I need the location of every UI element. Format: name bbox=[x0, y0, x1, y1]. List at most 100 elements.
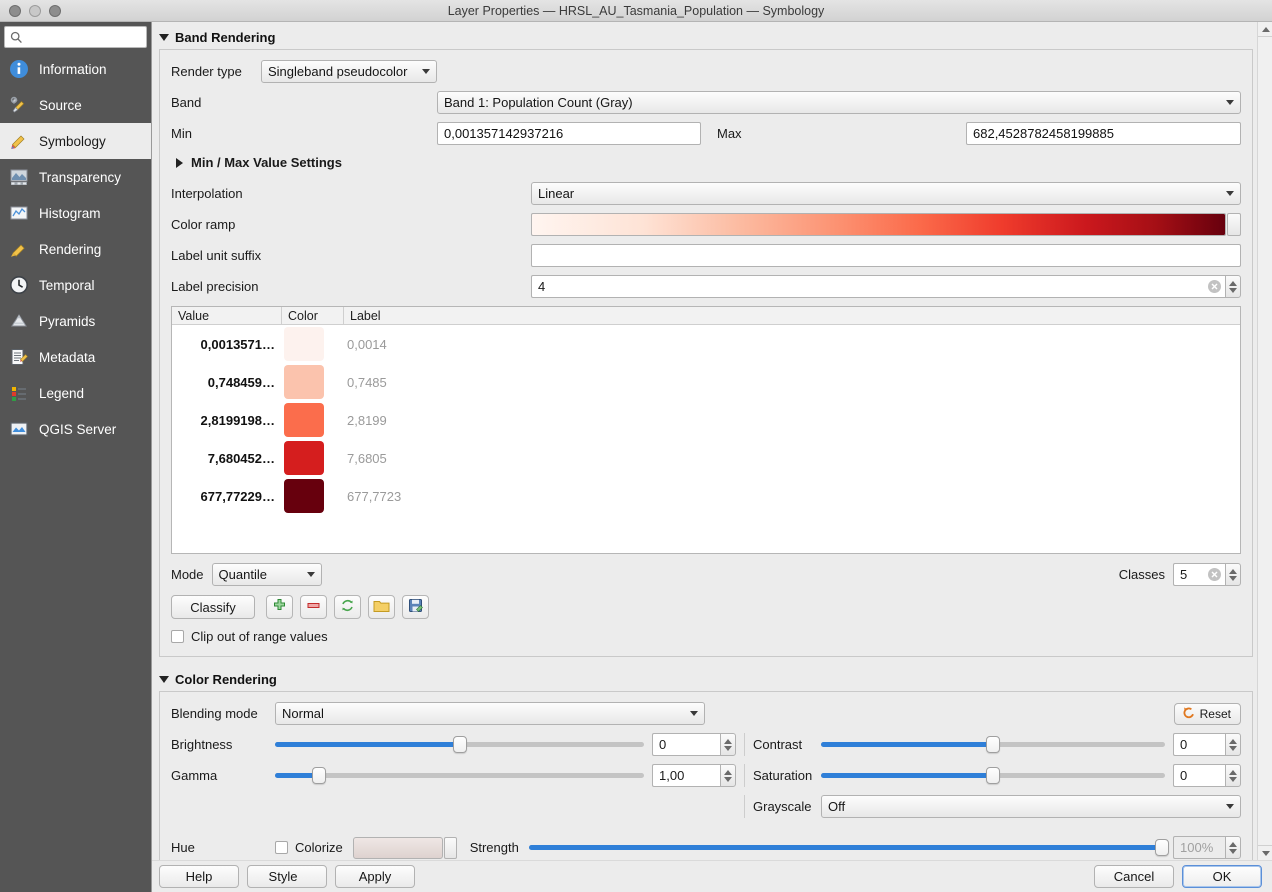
column-header-label[interactable]: Label bbox=[344, 307, 1240, 324]
expand-arrow-icon[interactable] bbox=[176, 157, 183, 168]
stepper-down-icon[interactable] bbox=[1229, 745, 1237, 751]
stepper-down-icon[interactable] bbox=[724, 776, 732, 782]
interpolation-select[interactable]: Linear bbox=[531, 182, 1241, 205]
ok-button[interactable]: OK bbox=[1182, 865, 1262, 888]
blending-mode-select[interactable]: Normal bbox=[275, 702, 705, 725]
stepper-up-icon[interactable] bbox=[1229, 738, 1237, 744]
saturation-slider[interactable] bbox=[821, 767, 1165, 785]
label-unit-suffix-input[interactable] bbox=[531, 244, 1241, 267]
classes-input[interactable]: 5 bbox=[1173, 563, 1225, 586]
add-entry-button[interactable] bbox=[266, 595, 293, 619]
stepper-down-icon[interactable] bbox=[724, 745, 732, 751]
saturation-input[interactable]: 0 bbox=[1173, 764, 1225, 787]
load-color-map-button[interactable] bbox=[368, 595, 395, 619]
colorize-color-swatch[interactable] bbox=[352, 836, 443, 859]
classify-button[interactable]: Classify bbox=[171, 595, 255, 619]
sidebar-item-symbology[interactable]: Symbology bbox=[0, 123, 151, 159]
color-swatch[interactable] bbox=[284, 327, 324, 361]
stepper-up-icon[interactable] bbox=[1229, 280, 1237, 286]
color-swatch[interactable] bbox=[284, 365, 324, 399]
sort-entries-button[interactable] bbox=[334, 595, 361, 619]
sidebar-item-rendering[interactable]: Rendering bbox=[0, 231, 151, 267]
slider-handle[interactable] bbox=[986, 736, 1000, 753]
colorize-color-menu-button[interactable] bbox=[443, 836, 457, 859]
table-row[interactable]: 0,748459… 0,7485 bbox=[172, 363, 1240, 401]
strength-input[interactable]: 100% bbox=[1173, 836, 1225, 859]
minimize-window-button[interactable] bbox=[29, 4, 41, 17]
max-input[interactable]: 682,4528782458199885 bbox=[966, 122, 1241, 145]
contrast-input[interactable]: 0 bbox=[1173, 733, 1225, 756]
stepper-up-icon[interactable] bbox=[1229, 841, 1237, 847]
classes-stepper[interactable] bbox=[1225, 563, 1241, 586]
stepper-up-icon[interactable] bbox=[1229, 568, 1237, 574]
band-rendering-group-header[interactable]: Band Rendering bbox=[152, 28, 1272, 49]
column-header-color[interactable]: Color bbox=[282, 307, 344, 324]
sidebar-item-metadata[interactable]: Metadata bbox=[0, 339, 151, 375]
clear-icon[interactable] bbox=[1208, 568, 1221, 581]
clip-checkbox[interactable] bbox=[171, 630, 184, 643]
vertical-scrollbar[interactable] bbox=[1257, 22, 1272, 860]
clear-icon[interactable] bbox=[1208, 280, 1221, 293]
brightness-slider[interactable] bbox=[275, 736, 644, 754]
grayscale-select[interactable]: Off bbox=[821, 795, 1241, 818]
maximize-window-button[interactable] bbox=[49, 4, 61, 17]
mode-select[interactable]: Quantile bbox=[211, 563, 322, 586]
gamma-slider[interactable] bbox=[275, 767, 644, 785]
brightness-stepper[interactable] bbox=[720, 733, 736, 756]
color-rendering-group-header[interactable]: Color Rendering bbox=[152, 670, 1272, 691]
label-precision-stepper[interactable] bbox=[1225, 275, 1241, 298]
min-input[interactable]: 0,001357142937216 bbox=[437, 122, 701, 145]
collapse-arrow-icon[interactable] bbox=[159, 676, 169, 683]
gamma-stepper[interactable] bbox=[720, 764, 736, 787]
sidebar-item-histogram[interactable]: Histogram bbox=[0, 195, 151, 231]
color-swatch[interactable] bbox=[284, 441, 324, 475]
close-window-button[interactable] bbox=[9, 4, 21, 17]
cancel-button[interactable]: Cancel bbox=[1094, 865, 1174, 888]
table-row[interactable]: 0,0013571… 0,0014 bbox=[172, 325, 1240, 363]
sidebar-item-transparency[interactable]: Transparency bbox=[0, 159, 151, 195]
stepper-up-icon[interactable] bbox=[724, 738, 732, 744]
band-select[interactable]: Band 1: Population Count (Gray) bbox=[437, 91, 1241, 114]
contrast-slider[interactable] bbox=[821, 736, 1165, 754]
minmax-settings-row[interactable]: Min / Max Value Settings bbox=[171, 155, 1241, 170]
saturation-stepper[interactable] bbox=[1225, 764, 1241, 787]
table-row[interactable]: 7,680452… 7,6805 bbox=[172, 439, 1240, 477]
save-color-map-button[interactable] bbox=[402, 595, 429, 619]
style-button[interactable]: Style bbox=[247, 865, 327, 888]
search-box[interactable] bbox=[4, 26, 147, 48]
sidebar-item-information[interactable]: Information bbox=[0, 51, 151, 87]
stepper-up-icon[interactable] bbox=[724, 769, 732, 775]
color-ramp-menu-button[interactable] bbox=[1227, 213, 1241, 236]
color-swatch[interactable] bbox=[284, 403, 324, 437]
brightness-input[interactable]: 0 bbox=[652, 733, 720, 756]
help-button[interactable]: Help bbox=[159, 865, 239, 888]
sidebar-item-qgis-server[interactable]: QGIS Server bbox=[0, 411, 151, 447]
slider-handle[interactable] bbox=[312, 767, 327, 784]
scroll-down-button[interactable] bbox=[1258, 845, 1272, 860]
stepper-up-icon[interactable] bbox=[1229, 769, 1237, 775]
collapse-arrow-icon[interactable] bbox=[159, 34, 169, 41]
render-type-select[interactable]: Singleband pseudocolor bbox=[261, 60, 437, 83]
sidebar-item-pyramids[interactable]: Pyramids bbox=[0, 303, 151, 339]
slider-handle[interactable] bbox=[1155, 839, 1169, 856]
table-row[interactable]: 2,8199198… 2,8199 bbox=[172, 401, 1240, 439]
clip-row[interactable]: Clip out of range values bbox=[171, 629, 1241, 644]
strength-stepper[interactable] bbox=[1225, 836, 1241, 859]
contrast-stepper[interactable] bbox=[1225, 733, 1241, 756]
stepper-down-icon[interactable] bbox=[1229, 287, 1237, 293]
label-precision-input[interactable]: 4 bbox=[531, 275, 1225, 298]
scroll-up-button[interactable] bbox=[1258, 22, 1272, 37]
slider-handle[interactable] bbox=[986, 767, 1000, 784]
search-input[interactable] bbox=[27, 29, 141, 45]
sidebar-item-legend[interactable]: Legend bbox=[0, 375, 151, 411]
color-ramp-preview[interactable] bbox=[531, 213, 1226, 236]
reset-button[interactable]: Reset bbox=[1173, 702, 1241, 725]
table-row[interactable]: 677,77229… 677,7723 bbox=[172, 477, 1240, 515]
column-header-value[interactable]: Value bbox=[172, 307, 282, 324]
sidebar-item-source[interactable]: Source bbox=[0, 87, 151, 123]
colorize-checkbox[interactable] bbox=[275, 841, 288, 854]
color-swatch[interactable] bbox=[284, 479, 324, 513]
stepper-down-icon[interactable] bbox=[1229, 575, 1237, 581]
stepper-down-icon[interactable] bbox=[1229, 848, 1237, 854]
slider-handle[interactable] bbox=[452, 736, 467, 753]
